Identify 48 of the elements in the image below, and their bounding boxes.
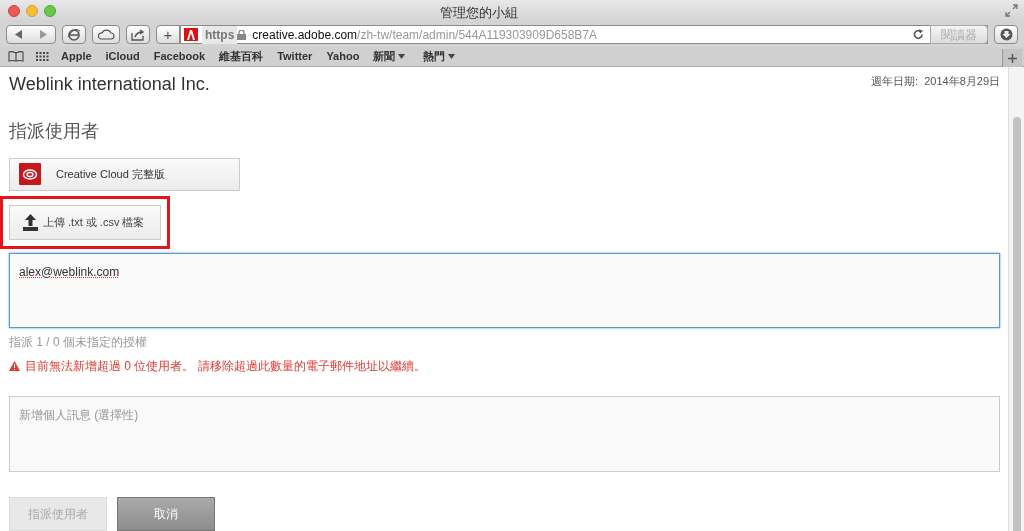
ie-button[interactable] (62, 25, 86, 44)
close-window-icon[interactable] (8, 5, 20, 17)
new-tab-button[interactable] (1002, 49, 1022, 67)
fullscreen-icon[interactable] (1005, 4, 1018, 17)
company-name: Weblink international Inc. (9, 73, 210, 96)
cloud-icon (97, 29, 115, 40)
anniversary-text: 週年日期: 2014年8月29日 (871, 74, 1000, 89)
section-heading: 指派使用者 (9, 120, 100, 143)
bookmark-link[interactable]: Facebook (153, 48, 206, 65)
warning-icon (9, 361, 20, 372)
creative-cloud-logo-icon (19, 163, 41, 186)
share-button[interactable] (126, 25, 150, 44)
bookmark-folder[interactable]: 熱門 (423, 48, 456, 65)
book-icon (8, 51, 24, 62)
icloud-button[interactable] (92, 25, 120, 44)
lock-icon (237, 29, 247, 40)
upload-button[interactable]: 上傳 .txt 或 .csv 檔案 (9, 204, 161, 240)
bookmark-link[interactable]: Twitter (277, 48, 313, 65)
reload-icon (913, 29, 924, 40)
bookmark-folder[interactable]: 新聞 (373, 48, 406, 65)
e-logo-icon (67, 28, 81, 41)
zoom-window-icon[interactable] (44, 5, 56, 17)
scheme-label: https (202, 25, 238, 44)
back-icon (15, 30, 23, 39)
downloads-button[interactable] (994, 25, 1018, 44)
error-message: 目前無法新增超過 0 位使用者。 請移除超過此數量的電子郵件地址以繼續。 (25, 358, 426, 376)
window-title: 管理您的小組 (440, 4, 518, 22)
adobe-logo-icon (184, 28, 198, 41)
product-name: Creative Cloud 完整版 (56, 167, 165, 183)
back-forward-button[interactable] (6, 25, 56, 44)
bookmark-link[interactable]: Apple (61, 48, 92, 65)
message-field[interactable]: 新增個人訊息 (選擇性) (9, 396, 1000, 472)
bookmark-link[interactable]: 維基百科 (219, 48, 264, 65)
email-field[interactable]: alex@weblink.com (9, 252, 1000, 329)
bookmark-link[interactable]: Yahoo (326, 48, 360, 65)
scrollbar[interactable] (1008, 67, 1024, 531)
url-text: creative.adobe.com/zh-tw/team/admin/544A119303909D658B7A (252, 26, 597, 44)
caret-icon (398, 54, 406, 59)
forward-icon (39, 30, 47, 39)
license-count-text: 指派 1 / 0 個未指定的授權 (9, 334, 149, 352)
bookmark-link[interactable]: iCloud (105, 48, 140, 65)
caret-icon (448, 54, 456, 59)
upload-icon (22, 213, 39, 232)
download-icon (999, 28, 1013, 41)
share-icon (131, 28, 145, 41)
plus-icon (1008, 53, 1017, 63)
grid-icon (36, 52, 49, 61)
add-bookmark-button[interactable]: + (156, 25, 180, 44)
